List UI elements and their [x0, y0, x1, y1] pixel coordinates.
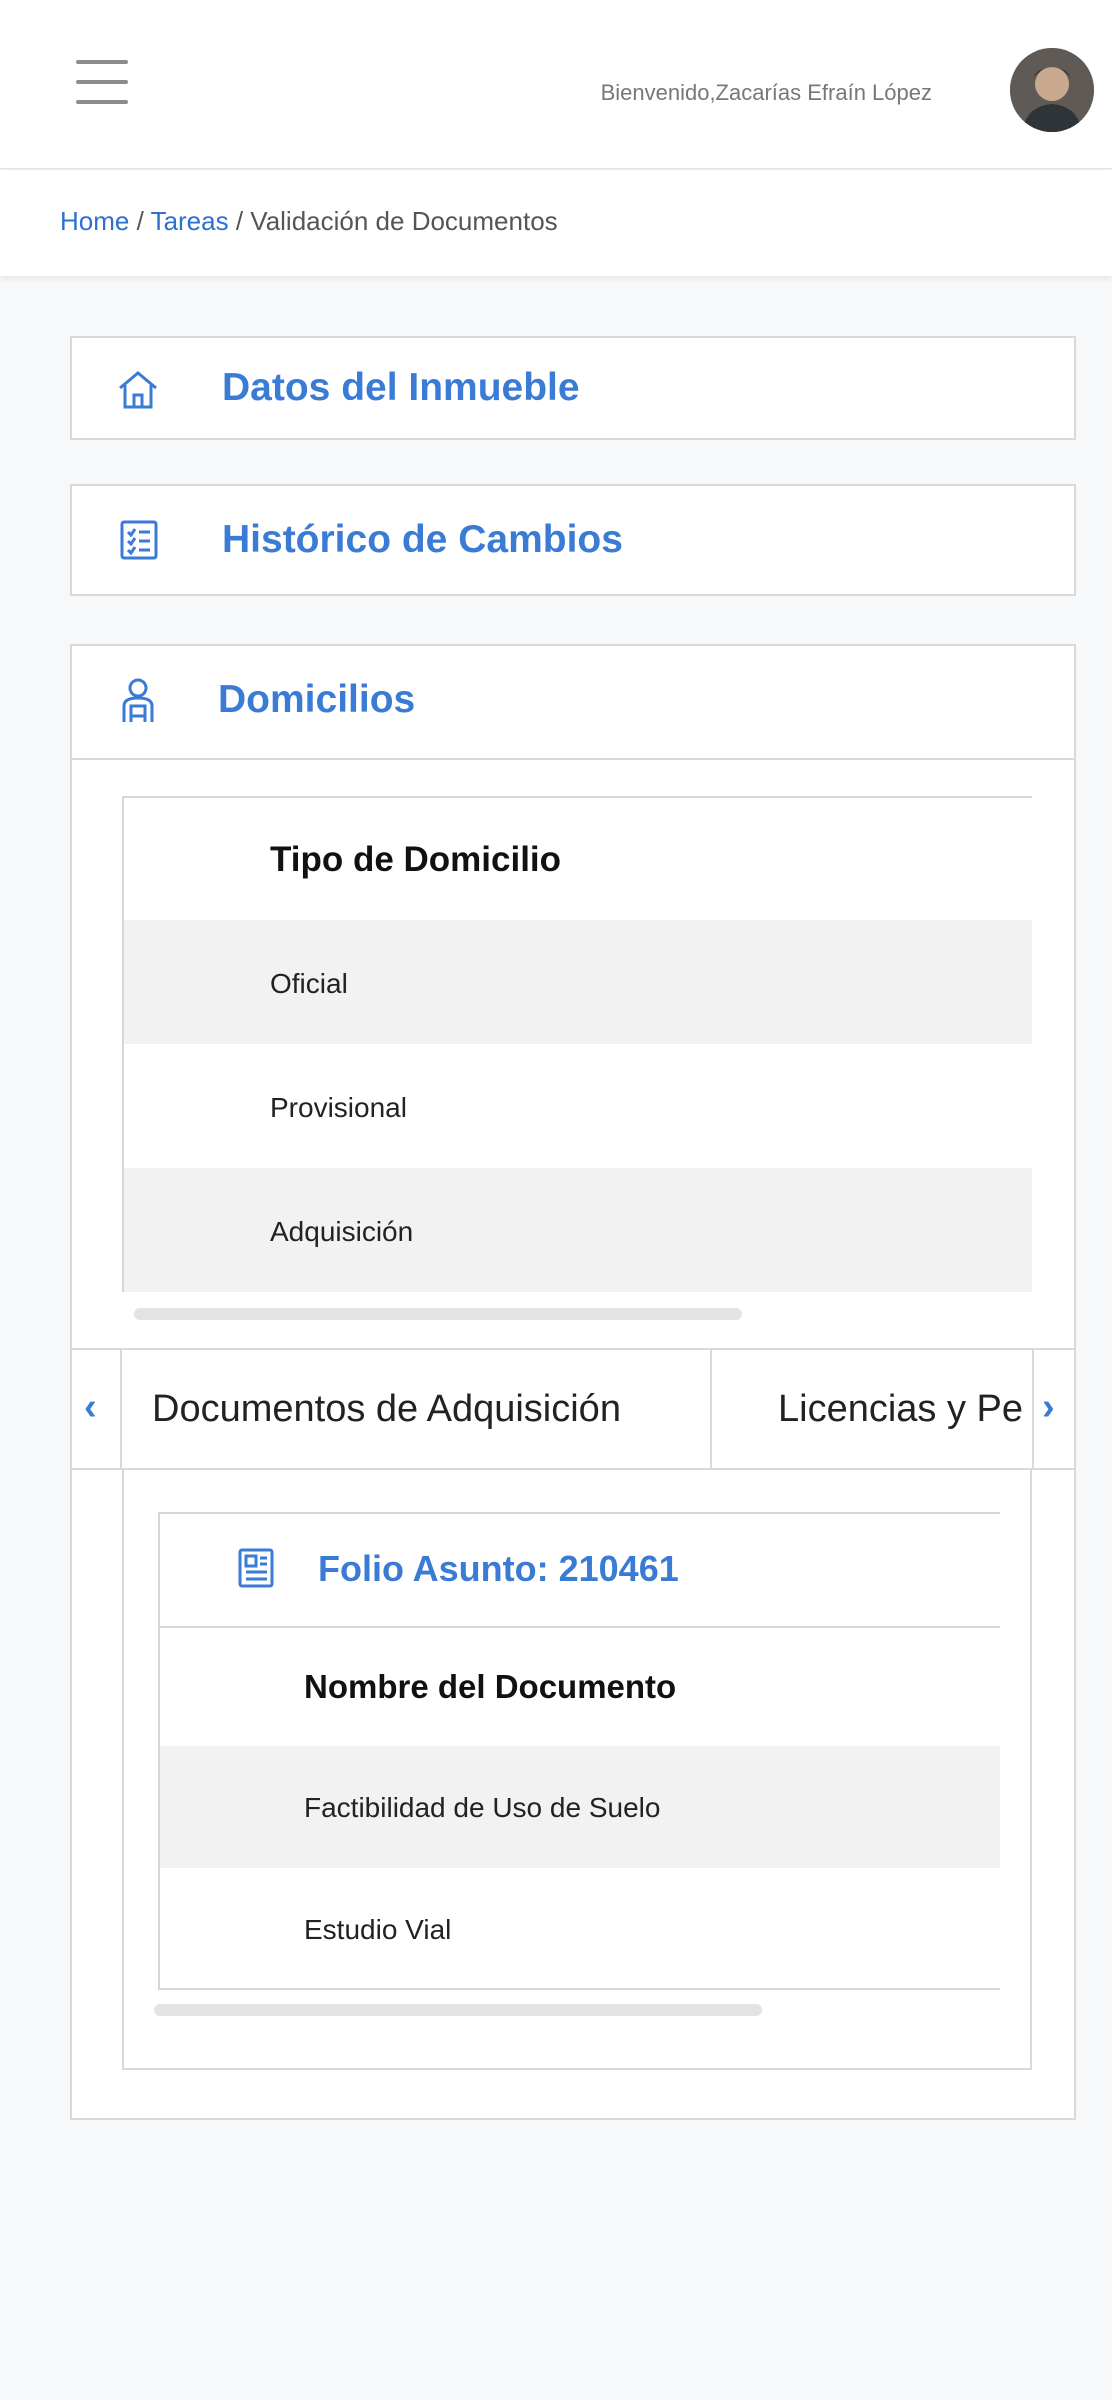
tab-licenses-wrapper: Licencias y Pe — [712, 1350, 1032, 1468]
chevron-right-icon[interactable]: › — [1042, 1386, 1055, 1429]
document-icon — [238, 1548, 274, 1593]
breadcrumb-current: Validación de Documentos — [250, 206, 558, 236]
panel-title: Datos del Inmueble — [222, 366, 580, 409]
change-history-panel[interactable]: Histórico de Cambios — [70, 484, 1076, 596]
folio-document-table: Folio Asunto: 210461 Nombre del Document… — [158, 1512, 1000, 1990]
table-row[interactable]: Oficial — [124, 920, 1032, 1044]
table-cell: Estudio Vial — [304, 1914, 452, 1945]
property-data-panel[interactable]: Datos del Inmueble — [70, 336, 1076, 440]
document-tabs: ‹ Documentos de Adquisición Licencias y … — [72, 1348, 1074, 1470]
folio-title: Folio Asunto: 210461 — [318, 1548, 679, 1589]
table-row[interactable]: Provisional — [124, 1044, 1032, 1168]
table-row[interactable]: Factibilidad de Uso de Suelo — [160, 1746, 1000, 1868]
addresses-panel-header[interactable]: Domicilios — [72, 646, 1074, 760]
tab-licenses[interactable]: Licencias y Pe — [778, 1350, 1023, 1468]
home-icon — [116, 368, 160, 417]
address-type-table: Tipo de Domicilio Oficial Provisional Ad… — [122, 796, 1032, 1292]
table-row[interactable]: Adquisición — [124, 1168, 1032, 1292]
tab-divider — [1032, 1350, 1034, 1468]
table-cell: Provisional — [270, 1092, 407, 1123]
column-header: Tipo de Domicilio — [270, 840, 562, 879]
column-header: Nombre del Documento — [304, 1668, 677, 1705]
addresses-panel: Domicilios Tipo de Domicilio Oficial Pro… — [70, 644, 1076, 2120]
horizontal-scrollbar[interactable] — [134, 1308, 742, 1320]
horizontal-scrollbar[interactable] — [154, 2004, 762, 2016]
breadcrumb-tasks-link[interactable]: Tareas — [151, 206, 229, 236]
breadcrumb-home-link[interactable]: Home — [60, 206, 129, 236]
table-cell: Factibilidad de Uso de Suelo — [304, 1792, 661, 1823]
tab-divider — [120, 1350, 122, 1468]
table-cell: Adquisición — [270, 1216, 414, 1247]
table-header-row: Nombre del Documento — [160, 1626, 1000, 1746]
panel-title: Domicilios — [218, 678, 416, 721]
person-icon — [120, 678, 156, 729]
chevron-left-icon[interactable]: ‹ — [84, 1386, 97, 1429]
tab-acquisition-documents[interactable]: Documentos de Adquisición — [152, 1350, 621, 1468]
avatar[interactable] — [1010, 48, 1094, 132]
breadcrumb-separator: / — [228, 206, 251, 236]
panel-title: Histórico de Cambios — [222, 518, 623, 561]
breadcrumb-separator: / — [129, 206, 151, 236]
breadcrumb: Home / Tareas / Validación de Documentos — [60, 206, 558, 237]
breadcrumb-bar: Home / Tareas / Validación de Documentos — [0, 170, 1112, 276]
table-cell: Oficial — [270, 968, 348, 999]
welcome-text: Bienvenido,Zacarías Efraín López — [600, 80, 932, 105]
table-header-row: Tipo de Domicilio — [124, 798, 1032, 922]
documents-tab-content: Folio Asunto: 210461 Nombre del Document… — [122, 1470, 1032, 2070]
table-row[interactable]: Estudio Vial — [160, 1868, 1000, 1988]
checklist-icon — [120, 520, 158, 565]
app-header: Bienvenido,Zacarías Efraín López — [0, 0, 1112, 169]
hamburger-menu-icon[interactable] — [76, 60, 128, 104]
folio-header: Folio Asunto: 210461 — [160, 1514, 1000, 1628]
